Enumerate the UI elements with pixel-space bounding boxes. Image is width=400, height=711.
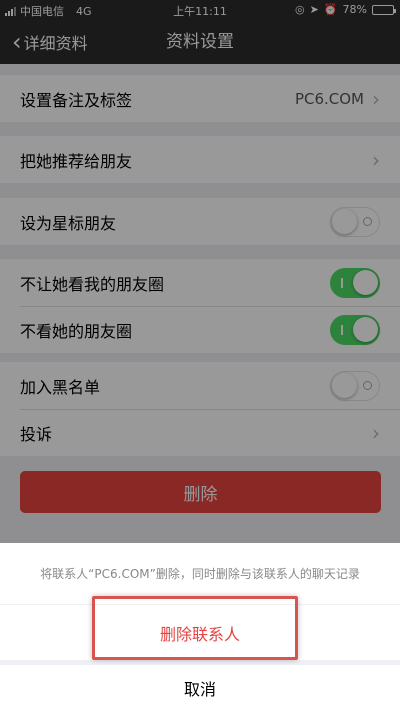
cancel-button[interactable]: 取消 <box>0 665 400 711</box>
action-sheet-message: 将联系人“PC6.COM”删除，同时删除与该联系人的聊天记录 <box>0 543 400 604</box>
modal-overlay[interactable] <box>0 0 400 543</box>
highlight-box <box>92 596 298 660</box>
action-sheet: 将联系人“PC6.COM”删除，同时删除与该联系人的聊天记录 删除联系人 取消 <box>0 543 400 711</box>
